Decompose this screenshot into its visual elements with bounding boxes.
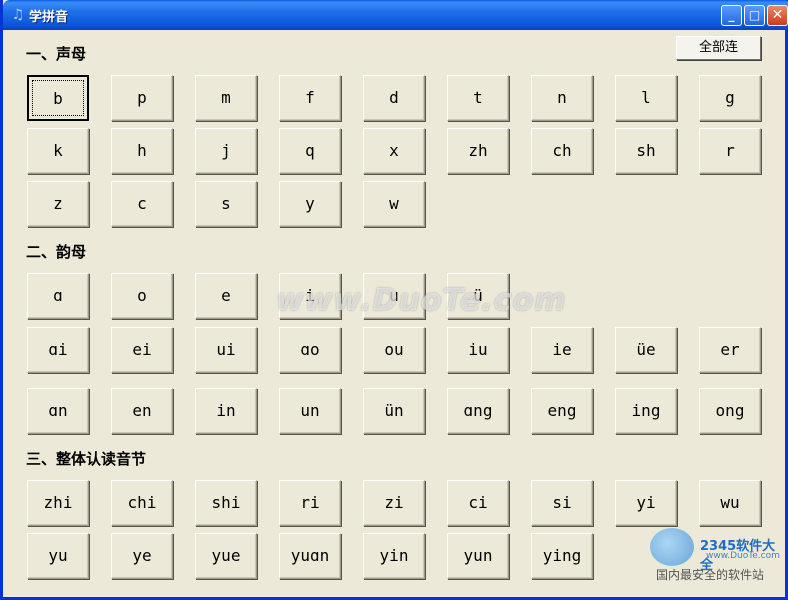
section-initials-heading: 一、声母 [26, 45, 87, 63]
pinyin-key-finals-row3[interactable]: ɑn [27, 388, 89, 434]
pinyin-key-initials[interactable]: c [111, 181, 173, 227]
pinyin-key-initials[interactable]: t [447, 75, 509, 121]
brand-logo [650, 528, 694, 566]
pinyin-key-initials[interactable]: f [279, 75, 341, 121]
pinyin-key-finals-row2[interactable]: ɑi [27, 327, 89, 373]
pinyin-key-initials[interactable]: l [615, 75, 677, 121]
pinyin-key-finals-row2[interactable]: ie [531, 327, 593, 373]
pinyin-key-initials[interactable]: w [363, 181, 425, 227]
pinyin-key-whole-row1[interactable]: si [531, 480, 593, 526]
pinyin-key-whole-row2[interactable]: ying [531, 533, 593, 579]
pinyin-key-finals-row1[interactable]: e [195, 273, 257, 319]
pinyin-key-finals-row3[interactable]: eng [531, 388, 593, 434]
pinyin-key-initials[interactable]: r [699, 128, 761, 174]
pinyin-key-whole-row2[interactable]: yin [363, 533, 425, 579]
brand-url: www.DuoTe.com [706, 551, 780, 561]
pinyin-key-whole-row2[interactable]: ye [111, 533, 173, 579]
pinyin-key-initials[interactable]: b [27, 75, 89, 121]
title-bar[interactable]: ♫ 学拼音 _ □ ✕ [3, 0, 788, 30]
pinyin-key-finals-row3[interactable]: in [195, 388, 257, 434]
pinyin-key-whole-row2[interactable]: yu [27, 533, 89, 579]
pinyin-key-finals-row2[interactable]: ei [111, 327, 173, 373]
music-note-icon: ♫ [11, 7, 25, 23]
pinyin-key-initials[interactable]: ch [531, 128, 593, 174]
section-whole-heading: 三、整体认读音节 [26, 450, 147, 468]
pinyin-key-finals-row3[interactable]: ing [615, 388, 677, 434]
pinyin-key-finals-row2[interactable]: ɑo [279, 327, 341, 373]
pinyin-key-whole-row1[interactable]: zhi [27, 480, 89, 526]
pinyin-key-finals-row2[interactable]: üe [615, 327, 677, 373]
pinyin-key-finals-row1[interactable]: o [111, 273, 173, 319]
watermark: www.DuoTe.com [276, 283, 567, 318]
pinyin-key-initials[interactable]: h [111, 128, 173, 174]
pinyin-key-initials[interactable]: q [279, 128, 341, 174]
pinyin-key-whole-row2[interactable]: yue [195, 533, 257, 579]
pinyin-key-whole-row1[interactable]: ci [447, 480, 509, 526]
pinyin-key-initials[interactable]: sh [615, 128, 677, 174]
close-button[interactable]: ✕ [767, 5, 788, 26]
pinyin-key-whole-row1[interactable]: ri [279, 480, 341, 526]
pinyin-key-finals-row1[interactable]: ɑ [27, 273, 89, 319]
pinyin-key-initials[interactable]: x [363, 128, 425, 174]
pinyin-key-whole-row2[interactable]: yun [447, 533, 509, 579]
pinyin-key-initials[interactable]: zh [447, 128, 509, 174]
pinyin-key-whole-row1[interactable]: shi [195, 480, 257, 526]
pinyin-key-initials[interactable]: s [195, 181, 257, 227]
pinyin-key-whole-row1[interactable]: wu [699, 480, 761, 526]
pinyin-key-whole-row1[interactable]: yi [615, 480, 677, 526]
pinyin-key-initials[interactable]: y [279, 181, 341, 227]
pinyin-key-finals-row3[interactable]: ɑng [447, 388, 509, 434]
pinyin-key-initials[interactable]: j [195, 128, 257, 174]
window-title: 学拼音 [29, 10, 69, 25]
section-finals-heading: 二、韵母 [26, 243, 87, 261]
pinyin-key-finals-row2[interactable]: ou [363, 327, 425, 373]
pinyin-key-initials[interactable]: d [363, 75, 425, 121]
pinyin-key-whole-row1[interactable]: zi [363, 480, 425, 526]
maximize-button[interactable]: □ [744, 5, 765, 26]
pinyin-key-finals-row3[interactable]: ong [699, 388, 761, 434]
pinyin-key-finals-row2[interactable]: er [699, 327, 761, 373]
pinyin-key-initials[interactable]: n [531, 75, 593, 121]
pinyin-key-initials[interactable]: p [111, 75, 173, 121]
pinyin-key-finals-row2[interactable]: iu [447, 327, 509, 373]
minimize-button[interactable]: _ [721, 5, 742, 26]
pinyin-key-initials[interactable]: k [27, 128, 89, 174]
brand-tagline: 国内最安全的软件站 [656, 568, 765, 582]
pinyin-key-finals-row2[interactable]: ui [195, 327, 257, 373]
pinyin-key-finals-row3[interactable]: en [111, 388, 173, 434]
read-all-button[interactable]: 全部连 [676, 36, 761, 60]
pinyin-key-finals-row3[interactable]: un [279, 388, 341, 434]
pinyin-key-initials[interactable]: z [27, 181, 89, 227]
pinyin-key-initials[interactable]: g [699, 75, 761, 121]
pinyin-key-whole-row1[interactable]: chi [111, 480, 173, 526]
pinyin-key-initials[interactable]: m [195, 75, 257, 121]
pinyin-key-whole-row2[interactable]: yuɑn [279, 533, 341, 579]
pinyin-key-finals-row3[interactable]: ün [363, 388, 425, 434]
